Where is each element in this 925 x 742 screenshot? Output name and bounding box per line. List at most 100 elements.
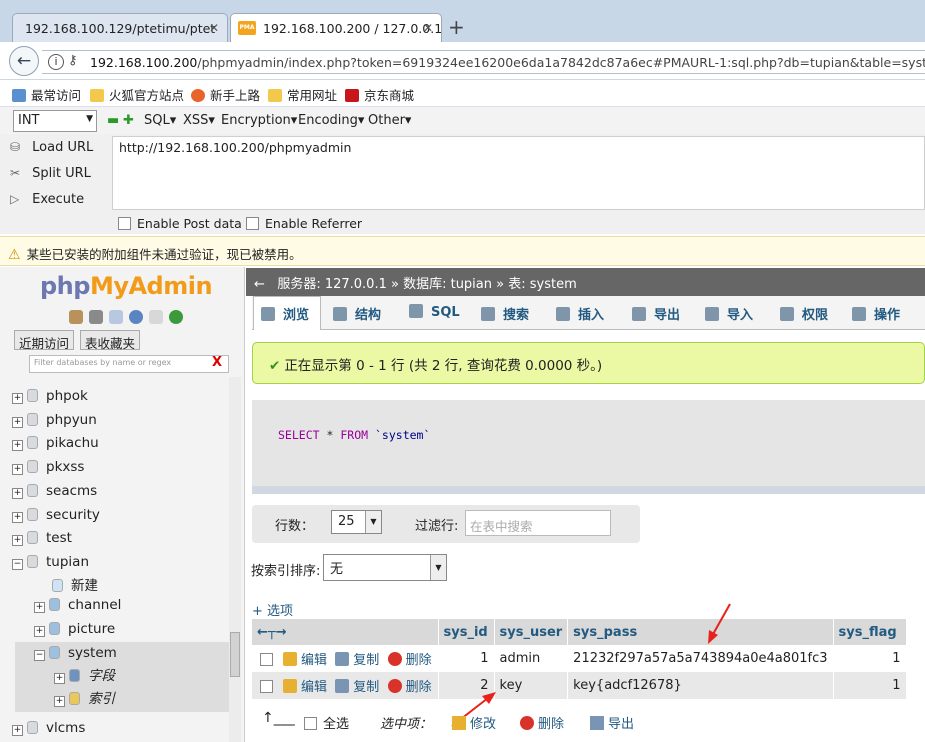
collapse-icon[interactable]: ← (254, 277, 265, 292)
delete-link[interactable]: 删除 (387, 679, 432, 695)
enable-referrer-checkbox[interactable]: Enable Referrer (246, 216, 362, 231)
edit-link[interactable]: 编辑 (283, 652, 327, 668)
db-phpyun[interactable]: + phpyun (12, 412, 97, 428)
recent-button[interactable]: 近期访问 (14, 330, 75, 351)
db-pkxss[interactable]: + pkxss (12, 459, 84, 475)
url-input[interactable]: i ⚷ 192.168.100.200/phpmyadmin/index.php… (42, 50, 925, 74)
home-icon[interactable] (69, 310, 83, 324)
edit-link[interactable]: 编辑 (283, 679, 327, 695)
browser-tab-1[interactable]: 192.168.100.129/ptetimu/ptet ✕ (12, 13, 228, 42)
column-sys-user[interactable]: sys_user (494, 619, 569, 645)
tab-export[interactable]: 导出 (632, 304, 680, 323)
chevron-down-icon: ▼ (86, 114, 93, 124)
tab-search[interactable]: 搜索 (481, 304, 529, 323)
enable-post-checkbox[interactable]: Enable Post data (118, 216, 242, 231)
tab-privileges[interactable]: 权限 (780, 304, 828, 323)
rows-select[interactable]: 25 ▼ (331, 510, 382, 534)
plus-icon[interactable]: ✚ (123, 113, 134, 128)
bookmark-most-visited[interactable]: 最常访问 (12, 85, 81, 104)
help-icon[interactable] (129, 310, 143, 324)
breadcrumb-table[interactable]: 表: system (508, 277, 577, 292)
bookmark-jd-mall[interactable]: 京东商城 (345, 85, 414, 104)
tree-indexes[interactable]: + 索引 (54, 687, 115, 707)
cell-sys-id[interactable]: 1 (438, 645, 495, 672)
copy-link[interactable]: 复制 (335, 652, 379, 668)
docs-icon[interactable] (109, 310, 123, 324)
db-phpok[interactable]: + phpok (12, 388, 88, 404)
tab-import[interactable]: 导入 (705, 304, 753, 323)
logout-icon[interactable] (89, 310, 103, 324)
nav-scrollbar[interactable] (229, 377, 241, 742)
clear-filter-icon[interactable]: X (212, 355, 222, 370)
tree-columns[interactable]: + 字段 (54, 664, 115, 684)
cell-sys-flag[interactable]: 1 (833, 645, 907, 672)
menu-sql[interactable]: SQL▾ (144, 113, 176, 128)
filter-rows-input[interactable]: 在表中搜索 (465, 510, 611, 536)
menu-encryption[interactable]: Encryption▾ (221, 113, 297, 128)
cell-sys-flag[interactable]: 1 (833, 672, 907, 699)
column-sys-flag[interactable]: sys_flag (833, 619, 907, 645)
tab-operations[interactable]: 操作 (852, 304, 900, 323)
bulk-export-button[interactable]: 导出 (590, 713, 634, 732)
db-pikachu[interactable]: + pikachu (12, 435, 99, 451)
info-icon[interactable]: i (48, 54, 64, 70)
db-tupian[interactable]: − tupian (12, 554, 89, 570)
split-url-button[interactable]: ✂ Split URL (10, 166, 91, 181)
checkbox[interactable] (118, 217, 131, 230)
menu-xss[interactable]: XSS▾ (183, 113, 215, 128)
type-select[interactable]: INT ▼ (13, 110, 97, 132)
db-seacms[interactable]: + seacms (12, 483, 97, 499)
database-filter-input[interactable]: Filter databases by name or regex X (29, 355, 229, 373)
cell-sys-user[interactable]: key (494, 672, 569, 699)
minus-icon[interactable]: ▬ (107, 113, 119, 128)
tab-browse[interactable]: 浏览 (261, 304, 309, 323)
settings-icon[interactable] (149, 310, 163, 324)
menu-encoding[interactable]: Encoding▾ (298, 113, 364, 128)
select-all-checkbox[interactable]: 全选 (304, 713, 349, 732)
table-system[interactable]: − system (34, 645, 117, 661)
close-tab-icon[interactable]: ✕ (209, 21, 219, 35)
back-icon[interactable]: ← (9, 46, 39, 76)
tab-insert[interactable]: 插入 (556, 304, 604, 323)
tree-new-table[interactable]: 新建 (52, 574, 98, 594)
checkbox[interactable] (304, 717, 317, 730)
close-tab-icon[interactable]: ✕ (423, 21, 433, 35)
tab-structure[interactable]: 结构 (333, 304, 381, 323)
bookmark-firefox-official[interactable]: 火狐官方站点 (90, 85, 184, 104)
reload-icon[interactable] (169, 310, 183, 324)
sort-select[interactable]: 无 ▼ (323, 554, 447, 581)
bookmark-common-sites[interactable]: 常用网址 (268, 85, 337, 104)
table-channel[interactable]: + channel (34, 597, 121, 613)
tab-sql[interactable]: SQL (409, 304, 460, 320)
db-security[interactable]: + security (12, 507, 100, 523)
db-vlcms[interactable]: + vlcms (12, 720, 85, 736)
bookmark-getting-started[interactable]: 新手上路 (191, 85, 260, 104)
options-link[interactable]: + 选项 (252, 600, 293, 619)
column-arrows-header[interactable]: ←┬→ (252, 619, 439, 645)
checkbox[interactable] (246, 217, 259, 230)
favorites-button[interactable]: 表收藏夹 (80, 330, 141, 351)
menu-other[interactable]: Other▾ (368, 113, 411, 128)
browser-tab-2[interactable]: PMA 192.168.100.200 / 127.0.0.1 ✕ (230, 13, 442, 42)
row-checkbox[interactable] (260, 680, 273, 693)
phpmyadmin-logo[interactable]: phpMyAdmin (40, 272, 213, 300)
execute-button[interactable]: ▷ Execute (10, 192, 84, 207)
breadcrumb-server[interactable]: 服务器: 127.0.0.1 (277, 277, 387, 292)
cell-sys-pass[interactable]: key{adcf12678} (567, 672, 834, 699)
cell-sys-pass[interactable]: 21232f297a57a5a743894a0e4a801fc3 (567, 645, 834, 672)
hackbar-url-textarea[interactable]: http://192.168.100.200/phpmyadmin (112, 136, 925, 210)
scrollbar-thumb[interactable] (230, 632, 240, 677)
new-tab-icon[interactable]: + (448, 15, 465, 39)
column-sys-id[interactable]: sys_id (438, 619, 495, 645)
table-picture[interactable]: + picture (34, 621, 115, 637)
load-url-button[interactable]: ⛁ Load URL (10, 140, 93, 155)
breadcrumb-database[interactable]: 数据库: tupian (403, 277, 492, 292)
row-checkbox[interactable] (260, 653, 273, 666)
bulk-edit-button[interactable]: 修改 (452, 713, 496, 732)
bulk-delete-button[interactable]: 删除 (520, 713, 564, 732)
play-icon: ▷ (10, 192, 20, 206)
copy-link[interactable]: 复制 (335, 679, 379, 695)
db-test[interactable]: + test (12, 530, 72, 546)
delete-link[interactable]: 删除 (387, 652, 432, 668)
cell-sys-user[interactable]: admin (494, 645, 569, 672)
